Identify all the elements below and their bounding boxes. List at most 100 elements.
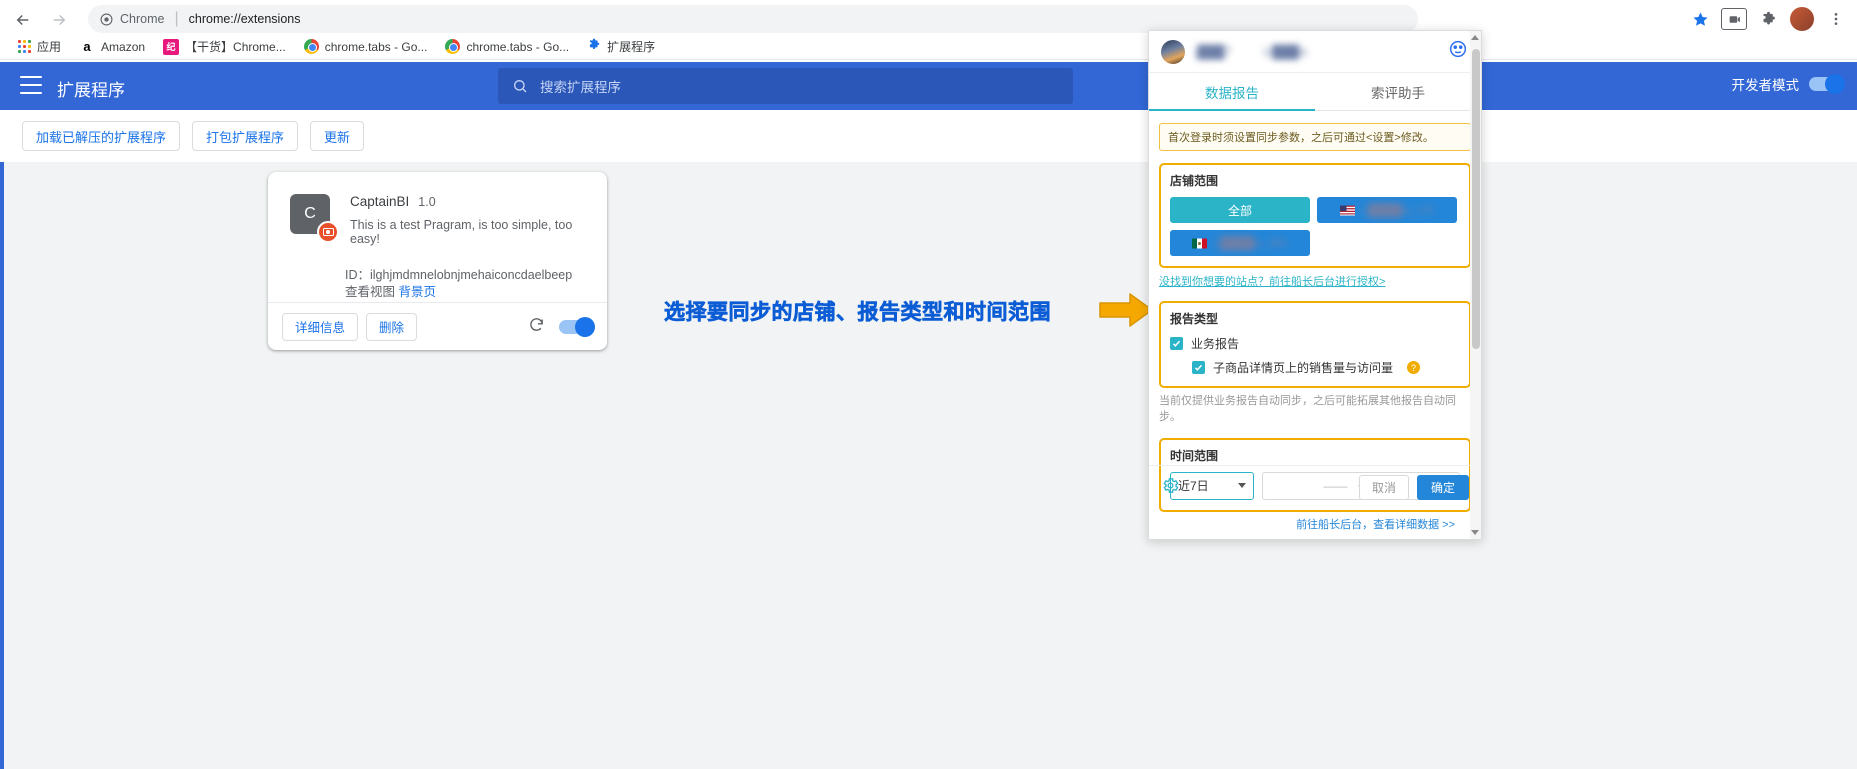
- popup-username: j███7: [1195, 45, 1231, 59]
- report-type-title: 报告类型: [1170, 312, 1219, 326]
- tab-review-assistant[interactable]: 索评助手: [1315, 73, 1481, 110]
- extension-version: 1.0: [418, 195, 436, 209]
- popup-tabs: 数据报告 索评助手: [1149, 73, 1481, 111]
- extension-card: C CaptainBI 1.0 This is a test Pragram, …: [268, 172, 607, 350]
- extensions-puzzle-icon[interactable]: [1753, 4, 1783, 34]
- checkbox-label: 业务报告: [1191, 337, 1240, 351]
- extension-info: CaptainBI 1.0 This is a test Pragram, is…: [350, 194, 589, 246]
- bookmark-extensions[interactable]: 扩展程序: [579, 35, 663, 58]
- search-extensions-input[interactable]: 搜索扩展程序: [498, 68, 1073, 104]
- developer-mode-switch[interactable]: [1809, 74, 1845, 94]
- report-type-hint: 当前仅提供业务报告自动同步，之后可能拓展其他报告自动同步。: [1159, 395, 1456, 423]
- chrome-favicon: [303, 39, 319, 54]
- omnibox-url: chrome://extensions: [188, 12, 301, 26]
- checkbox-checked-icon: [1192, 361, 1205, 374]
- bookmark-label: chrome.tabs - Go...: [324, 39, 428, 54]
- browser-window: Chrome | chrome://extensions 应用 a Amazon…: [0, 0, 1857, 769]
- update-button[interactable]: 更新: [310, 121, 365, 151]
- search-placeholder: 搜索扩展程序: [540, 80, 621, 95]
- checkbox-checked-icon: [1170, 337, 1183, 350]
- sidebar-accent-strip: [0, 110, 4, 769]
- store-chip-us[interactable]: L████w_US: [1317, 197, 1457, 223]
- remove-button[interactable]: 删除: [366, 312, 418, 341]
- right-arrow-annotation: [1099, 293, 1153, 327]
- question-mark-icon[interactable]: ?: [1407, 361, 1421, 374]
- authorize-site-link[interactable]: 没找到你想要的站点？前往船长后台进行授权>: [1159, 273, 1471, 289]
- chip-label: L████w_MX: [1213, 236, 1288, 250]
- confirm-button[interactable]: 确定: [1416, 475, 1469, 500]
- gear-icon[interactable]: [1161, 476, 1180, 500]
- omnibox-site-label: Chrome: [120, 12, 165, 26]
- bookmark-label: chrome.tabs - Go...: [466, 39, 570, 54]
- checkbox-child-item-sales[interactable]: 子商品详情页上的销售量与访问量 ?: [1192, 359, 1460, 376]
- omnibox-separator: |: [174, 10, 179, 27]
- popup-bottom-bar: 前往船长后台，查看详细数据 >>: [1149, 509, 1481, 539]
- bookmarks-bar: 应用 a Amazon 纪 【干货】Chrome... chrome.tabs …: [0, 34, 1857, 60]
- forward-button[interactable]: [44, 5, 74, 35]
- pink-favicon: 纪: [163, 38, 180, 55]
- chip-label: 全部: [1227, 203, 1252, 218]
- browser-toolbar: Chrome | chrome://extensions: [0, 0, 1857, 38]
- extension-action-icon[interactable]: [1719, 4, 1749, 34]
- tab-data-report[interactable]: 数据报告: [1149, 73, 1315, 111]
- popup-shopname: U███ic: [1263, 45, 1308, 59]
- shopname-text: U███ic: [1263, 44, 1308, 59]
- checkbox-label: 子商品详情页上的销售量与访问量: [1213, 361, 1394, 375]
- checkbox-business-report[interactable]: 业务报告: [1170, 335, 1460, 352]
- hamburger-menu-icon[interactable]: [20, 76, 42, 94]
- reload-extension-icon[interactable]: [528, 316, 545, 338]
- extension-card-controls: [528, 316, 595, 338]
- chrome-favicon: [445, 39, 461, 54]
- bookmark-label: 扩展程序: [607, 40, 656, 54]
- scroll-up-arrow-icon[interactable]: [1471, 35, 1479, 40]
- bookmark-label: 应用: [37, 40, 62, 54]
- bookmark-chrome-tips[interactable]: 纪 【干货】Chrome...: [155, 35, 294, 58]
- back-button[interactable]: [8, 5, 38, 35]
- extension-description: This is a test Pragram, is too simple, t…: [350, 218, 573, 246]
- details-button[interactable]: 详细信息: [282, 312, 359, 341]
- store-chip-mx[interactable]: L████w_MX: [1170, 230, 1310, 256]
- setup-notice-banner: 首次登录时须设置同步参数，之后可通过<设置>修改。: [1159, 123, 1471, 151]
- developer-mode-toggle-group: 开发者模式: [1731, 74, 1845, 94]
- assistant-face-icon[interactable]: [1447, 38, 1469, 65]
- bookmark-chrome-tabs-1[interactable]: chrome.tabs - Go...: [296, 36, 436, 57]
- extension-enable-toggle[interactable]: [559, 316, 595, 337]
- bookmark-label: 【干货】Chrome...: [185, 40, 286, 54]
- extension-popup-panel: j███7 U███ic 数据报告 索评助手 首次登录时须设置同步参数，之后可通…: [1148, 30, 1482, 540]
- store-chip-all[interactable]: 全部: [1170, 197, 1310, 223]
- scrollbar-thumb[interactable]: [1472, 49, 1480, 349]
- developer-mode-label: 开发者模式: [1731, 78, 1800, 93]
- profile-avatar[interactable]: [1787, 4, 1817, 34]
- time-range-title: 时间范围: [1170, 448, 1219, 463]
- chip-label: L████w_US: [1361, 203, 1434, 217]
- unpacked-badge-icon: [317, 221, 339, 243]
- pack-extension-button[interactable]: 打包扩展程序: [192, 121, 299, 151]
- page-title: 扩展程序: [57, 81, 125, 100]
- address-bar[interactable]: Chrome | chrome://extensions: [88, 5, 1418, 33]
- load-unpacked-button[interactable]: 加载已解压的扩展程序: [22, 121, 181, 151]
- bookmark-amazon[interactable]: a Amazon: [71, 36, 153, 58]
- bookmark-chrome-tabs-2[interactable]: chrome.tabs - Go...: [437, 36, 577, 57]
- username-text: j███7: [1195, 44, 1232, 59]
- bookmark-label: Amazon: [101, 39, 146, 54]
- three-dot-menu-icon[interactable]: [1821, 4, 1851, 34]
- popup-action-buttons: 取消 确定: [1358, 475, 1469, 500]
- apps-grid-icon: [18, 40, 31, 53]
- extension-views: 查看视图 背景页: [345, 281, 436, 300]
- search-icon: [514, 80, 527, 93]
- extension-icon-wrapper: C: [290, 194, 339, 243]
- popup-footer: 取消 确定: [1149, 465, 1481, 509]
- views-label: 查看视图: [345, 285, 396, 299]
- store-scope-title: 店铺范围: [1170, 174, 1219, 188]
- cancel-button[interactable]: 取消: [1358, 475, 1409, 500]
- scroll-down-arrow-icon[interactable]: [1471, 530, 1479, 535]
- bookmark-apps[interactable]: 应用: [10, 35, 69, 58]
- popup-scrollbar[interactable]: [1470, 31, 1481, 539]
- background-page-link[interactable]: 背景页: [399, 285, 437, 299]
- store-chip-list: 全部 L████w_US L████w_MX: [1170, 197, 1460, 256]
- view-detail-data-link[interactable]: 前往船长后台，查看详细数据 >>: [1296, 516, 1455, 532]
- toolbar-right-icons: [1685, 4, 1851, 34]
- puzzle-piece-icon: [587, 38, 601, 55]
- bookmark-star-icon[interactable]: [1685, 4, 1715, 34]
- amazon-favicon: a: [79, 38, 96, 55]
